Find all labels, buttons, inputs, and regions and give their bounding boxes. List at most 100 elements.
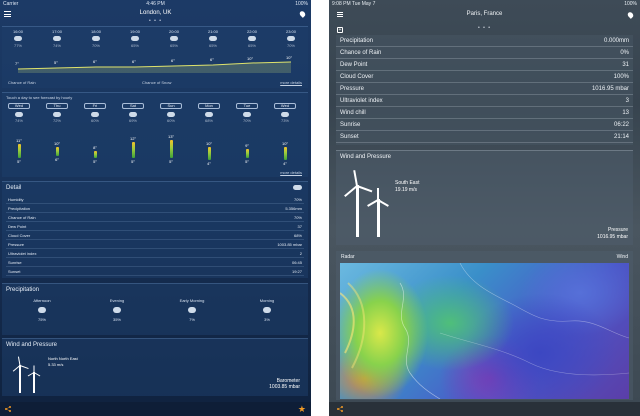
detail-row: Sunset 21:14	[336, 131, 633, 143]
hour-column: 20:00 65%	[168, 29, 179, 48]
day-column[interactable]: Thu 72%	[44, 103, 70, 123]
rain-icon	[188, 307, 196, 313]
coastline-overlay	[340, 263, 629, 399]
hour-column: 21:00 65%	[207, 29, 218, 48]
detail-row: Cloud Cover 100%	[336, 71, 633, 83]
day-column[interactable]: Wed 73%	[272, 103, 298, 123]
status-time: 9:08 PM Tue May 7	[332, 1, 376, 7]
detail-row: Precipitation 5.356mm	[6, 206, 304, 213]
low-temp-label: 4°	[283, 161, 287, 166]
precipitation-title: Precipitation	[6, 287, 40, 293]
temp-label: 6°	[171, 58, 175, 63]
wind-pressure-card: Wind and Pressure South East 19.19 m/s P…	[336, 150, 633, 245]
wind-speed: 5.33 m/s	[48, 362, 64, 367]
moon-cloud-icon	[170, 36, 178, 41]
low-temp-label: 5°	[17, 158, 21, 164]
rain-cloud-icon	[205, 112, 213, 117]
status-bar: 9:08 PM Tue May 7 100%	[329, 0, 640, 8]
hour-column: 18:00 70%	[90, 29, 101, 48]
temperature-range-bar	[18, 144, 21, 158]
cloud-icon	[131, 36, 139, 41]
share-icon[interactable]	[5, 406, 11, 412]
chance-of-snow-legend: Chance of Snow	[142, 80, 172, 85]
detail-row: Sunset 19:27	[6, 269, 304, 276]
sun-cloud-icon	[129, 112, 137, 117]
temp-label: 10°	[286, 55, 293, 60]
high-temp-label: 11°	[16, 138, 22, 144]
day-column[interactable]: Fri 60%	[82, 103, 108, 123]
precipitation-card: Precipitation Afternoon 75% Evening 35% Ea…	[2, 283, 308, 335]
high-temp-label: 10°	[205, 140, 213, 146]
temp-label: 5°	[54, 60, 58, 65]
low-temp-label: 5°	[245, 158, 249, 164]
radar-map[interactable]	[340, 263, 629, 399]
cloud-icon	[92, 36, 100, 41]
rain-icon	[38, 307, 46, 313]
detail-row: Cloud Cover 68%	[6, 233, 304, 240]
precip-column: Afternoon 75%	[33, 298, 51, 322]
cloud-icon	[293, 185, 302, 190]
detail-row: Sunrise 06:22	[336, 119, 633, 131]
temperature-range-bar	[132, 142, 135, 158]
page-dots[interactable]: • • •	[0, 18, 311, 24]
bottom-toolbar	[329, 402, 640, 416]
rain-cloud-icon	[15, 112, 23, 117]
page-dots[interactable]: • • •	[329, 25, 640, 31]
paris-weather-screen: 9:08 PM Tue May 7 100% Paris, France + •…	[329, 0, 640, 416]
detail-row: Humidity 70%	[6, 197, 304, 204]
low-temp-label: 5°	[93, 158, 97, 164]
precip-column: Morning 3%	[259, 298, 275, 322]
detail-row: Pressure 1016.95 mbar	[336, 83, 633, 95]
city-title: Paris, France	[466, 11, 503, 17]
cloud-icon	[53, 36, 61, 41]
sun-cloud-icon	[167, 112, 175, 117]
wind-speed: 19.19 m/s	[395, 187, 417, 193]
hour-column: 16:00 77%	[12, 29, 23, 48]
pressure-label: Pressure	[607, 227, 628, 233]
low-temp-label: 5°	[169, 158, 173, 164]
precip-column: Evening 35%	[109, 298, 125, 322]
high-temp-label: 13°	[167, 133, 175, 139]
temp-label: 7°	[15, 61, 19, 66]
moon-cloud-icon	[209, 36, 217, 41]
low-temp-label: 6°	[55, 156, 59, 162]
wind-title: Wind and Pressure	[340, 154, 392, 160]
day-column[interactable]: Sat 69%	[120, 103, 146, 123]
hourly-more-details-link[interactable]: more details	[280, 80, 302, 85]
status-bar: Carrier 4:46 PM 100%	[0, 0, 311, 8]
detail-row: Sunrise 06:45	[6, 260, 304, 267]
day-column[interactable]: Tue 70%	[234, 103, 260, 123]
high-temp-label: 8°	[93, 145, 97, 150]
day-column[interactable]: Sun 60%	[158, 103, 184, 123]
detail-row: Dew Point 37	[6, 224, 304, 231]
moon-cloud-icon	[287, 36, 295, 41]
detail-row: Dew Point 31	[336, 59, 633, 71]
favorite-star-icon[interactable]: ★	[298, 404, 306, 415]
battery-label: 100%	[624, 1, 637, 7]
rain-icon	[263, 307, 271, 313]
radar-mode-selector[interactable]: Wind	[617, 254, 628, 260]
battery-label: 100%	[295, 1, 308, 7]
detail-row: Chance of Rain 0%	[336, 47, 633, 59]
radar-header: Radar Wind	[336, 251, 633, 262]
hourly-forecast-card: 16:00 77% 17:00 74% 18:00 70% 19:00 65% 20:0…	[2, 26, 308, 88]
detail-row: Precipitation 0.000mm	[336, 35, 633, 47]
high-temp-label: 9°	[245, 142, 249, 148]
daily-more-details-link[interactable]: more details	[280, 170, 302, 175]
share-icon[interactable]	[337, 406, 343, 412]
hour-column: 22:00 65%	[246, 29, 257, 48]
detail-row: Pressure 1003.85 mbar	[6, 242, 304, 249]
cloud-icon	[14, 36, 22, 41]
barometer-value: 1003.85 mbar	[269, 384, 300, 390]
london-weather-screen: Carrier 4:46 PM 100% London, UK • • • 16…	[0, 0, 311, 416]
hour-column: 23:00 70%	[285, 29, 296, 48]
day-column[interactable]: Wed 74%	[6, 103, 32, 123]
wind-title: Wind and Pressure	[6, 342, 58, 348]
high-temp-label: 12°	[129, 136, 137, 141]
high-temp-label: 10°	[281, 140, 289, 146]
rain-cloud-icon	[243, 112, 251, 117]
chance-of-rain-legend: Chance of Rain	[8, 80, 36, 85]
pressure-value: 1016.95 mbar	[597, 234, 628, 240]
temp-label: 10°	[247, 56, 254, 61]
day-column[interactable]: Mon 68%	[196, 103, 222, 123]
